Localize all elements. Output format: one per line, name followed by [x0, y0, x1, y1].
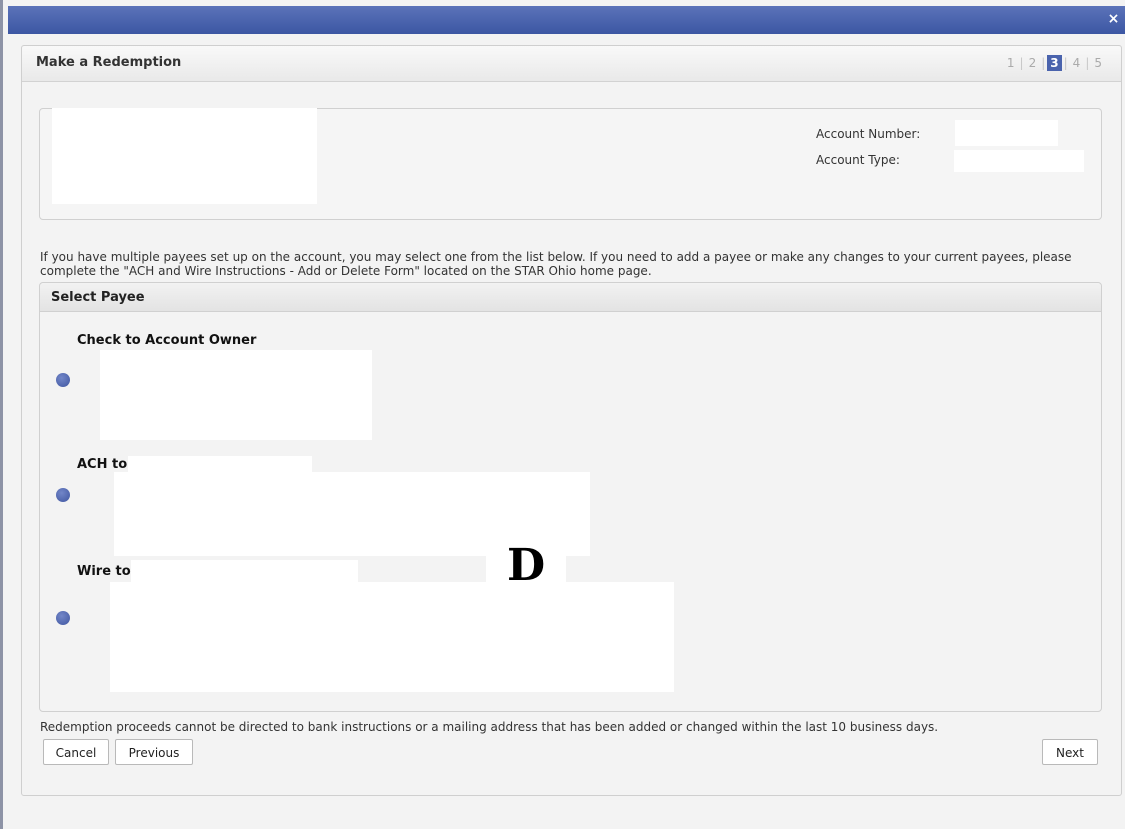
dialog-titlebar: ×	[8, 6, 1125, 34]
previous-button[interactable]: Previous	[115, 739, 193, 765]
redacted-check-details	[100, 350, 372, 440]
step-1[interactable]: 1	[1004, 56, 1018, 70]
redemption-footnote: Redemption proceeds cannot be directed t…	[40, 720, 939, 734]
step-indicator: 1 | 2 | 3 | 4 | 5	[1004, 55, 1105, 71]
step-separator: |	[1019, 56, 1024, 70]
step-5[interactable]: 5	[1091, 56, 1105, 70]
redacted-account-name	[52, 108, 317, 204]
payee-option-wire-label: Wire to	[77, 564, 131, 579]
annotation-letter: D	[507, 540, 546, 591]
redacted-account-number	[955, 120, 1058, 146]
payee-wire-radio[interactable]	[56, 611, 70, 625]
step-separator: |	[1041, 56, 1046, 70]
payee-check-radio[interactable]	[56, 373, 70, 387]
step-3-current[interactable]: 3	[1047, 55, 1062, 71]
redacted-account-type	[954, 150, 1084, 172]
redacted-wire-details	[110, 582, 674, 692]
step-separator: |	[1085, 56, 1090, 70]
step-4[interactable]: 4	[1070, 56, 1084, 70]
panel-header: Make a Redemption 1 | 2 | 3 | 4 | 5	[22, 46, 1121, 82]
payee-option-ach-label: ACH to	[77, 457, 128, 472]
account-info-box: Account Number: Account Type:	[39, 108, 1102, 220]
step-2[interactable]: 2	[1026, 56, 1040, 70]
select-payee-title: Select Payee	[51, 290, 145, 305]
redacted-wire-name	[131, 560, 358, 582]
window-left-edge	[0, 0, 8, 829]
cancel-button[interactable]: Cancel	[43, 739, 109, 765]
payee-ach-radio[interactable]	[56, 488, 70, 502]
account-number-label: Account Number:	[816, 127, 921, 141]
step-separator: |	[1063, 56, 1068, 70]
payee-option-check-label: Check to Account Owner	[77, 333, 257, 348]
account-type-label: Account Type:	[816, 153, 900, 167]
payee-instructions: If you have multiple payees set up on th…	[40, 250, 1072, 278]
page-title: Make a Redemption	[36, 55, 182, 70]
select-payee-header: Select Payee	[40, 283, 1101, 312]
next-button[interactable]: Next	[1042, 739, 1098, 765]
close-icon[interactable]: ×	[1106, 12, 1121, 27]
